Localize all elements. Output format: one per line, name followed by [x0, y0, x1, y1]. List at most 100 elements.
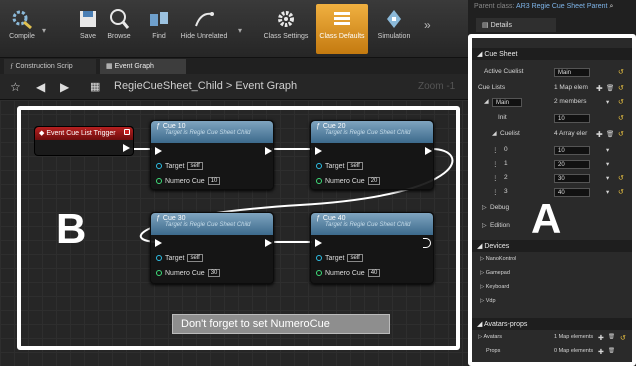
trash-icon[interactable]: 🗑: [608, 348, 615, 354]
exec-output-pin-unconnected[interactable]: [423, 238, 431, 248]
numero-cue-pin-icon: [156, 178, 162, 184]
reset-icon[interactable]: ↺: [618, 114, 624, 122]
active-cuelist-row: Active Cuelist Main ↺: [484, 68, 624, 77]
class-settings-icon: [275, 8, 297, 30]
trash-icon[interactable]: 🗑: [608, 334, 615, 340]
target-pin[interactable]: Target self: [316, 254, 363, 262]
reset-icon[interactable]: ↺: [618, 188, 624, 196]
tab-details[interactable]: ▤ Details: [476, 18, 556, 32]
trash-icon[interactable]: 🗑: [606, 84, 614, 92]
numero-cue-input[interactable]: 20: [367, 177, 381, 185]
browse-button[interactable]: Browse: [104, 4, 134, 54]
main-key-row: ◢ Main 2 members ▾ ↺: [484, 98, 624, 107]
find-button[interactable]: Find: [146, 4, 172, 54]
chevron-down-icon[interactable]: ▾: [606, 174, 609, 182]
exec-input-pin[interactable]: [315, 239, 322, 247]
function-icon: ƒ: [156, 215, 160, 222]
add-icon[interactable]: ✚: [598, 348, 604, 356]
exec-output-pin[interactable]: [425, 147, 432, 155]
forward-arrow-icon[interactable]: ▶: [60, 80, 69, 94]
exec-input-pin[interactable]: [155, 147, 162, 155]
cue-node[interactable]: ƒ Cue 20 Target is Regie Cue Sheet Child …: [310, 120, 434, 190]
target-pin[interactable]: Target self: [316, 162, 363, 170]
drag-handle-icon[interactable]: ⋮: [492, 146, 499, 154]
chevron-down-icon[interactable]: ▾: [606, 188, 609, 196]
numero-cue-input[interactable]: 10: [207, 177, 221, 185]
tab-event-graph[interactable]: ▦ Event Graph: [100, 59, 186, 74]
numero-cue-input[interactable]: 40: [367, 269, 381, 277]
target-pin[interactable]: Target self: [156, 162, 203, 170]
exec-input-pin[interactable]: [155, 239, 162, 247]
back-arrow-icon[interactable]: ◀: [36, 80, 45, 94]
cue-node[interactable]: ƒ Cue 10 Target is Regie Cue Sheet Child …: [150, 120, 274, 190]
cue-node[interactable]: ƒ Cue 40 Target is Regie Cue Sheet Child …: [310, 212, 434, 284]
add-icon[interactable]: ✚: [596, 130, 603, 139]
reset-icon[interactable]: ↺: [618, 68, 624, 76]
event-icon: ◆: [39, 130, 45, 137]
reset-icon[interactable]: ↺: [618, 130, 624, 138]
save-icon: [77, 8, 99, 30]
reset-icon[interactable]: ↺: [620, 334, 626, 342]
cuelist-entry-field[interactable]: 30: [554, 174, 590, 183]
chevron-down-icon[interactable]: ▾: [606, 98, 609, 106]
drag-handle-icon[interactable]: ⋮: [492, 188, 499, 196]
target-pin-icon: [156, 255, 162, 261]
delegate-pin[interactable]: [124, 129, 130, 135]
class-defaults-button[interactable]: Class Defaults: [316, 4, 368, 54]
star-icon[interactable]: ☆: [10, 80, 21, 94]
graph-nav-bar: ☆ ◀ ▶ ▦ RegieCueSheet_Child > Event Grap…: [0, 74, 468, 100]
reset-icon[interactable]: ↺: [618, 174, 624, 182]
compile-button[interactable]: Compile: [4, 4, 40, 54]
parent-class: Parent class: AR3 Regie Cue Sheet Parent…: [474, 3, 614, 10]
add-icon[interactable]: ✚: [596, 84, 603, 93]
trash-icon[interactable]: 🗑: [606, 130, 614, 138]
annotation-letter: B: [56, 205, 87, 252]
compile-dropdown-icon[interactable]: ▾: [42, 26, 46, 35]
tab-construction-script[interactable]: ƒ Construction Scrip: [4, 59, 96, 74]
init-field[interactable]: 10: [554, 114, 590, 123]
zoom-level: Zoom -1: [418, 81, 456, 92]
numero-cue-pin[interactable]: Numero Cue 10: [156, 177, 221, 185]
drag-handle-icon[interactable]: ⋮: [492, 174, 499, 182]
class-settings-button[interactable]: Class Settings: [262, 4, 310, 54]
section-cue-sheet[interactable]: ◢ Cue Sheet: [472, 48, 632, 60]
exec-output-pin[interactable]: [123, 144, 130, 152]
cuelist-entry-row: ⋮ 0 10 ▾: [492, 146, 610, 155]
add-icon[interactable]: ✚: [598, 334, 604, 342]
numero-cue-pin[interactable]: Numero Cue 40: [316, 269, 381, 277]
numero-cue-input[interactable]: 30: [207, 269, 221, 277]
expand-arrow-icon[interactable]: ◢: [484, 98, 489, 105]
hide-unrelated-icon: [193, 8, 215, 30]
target-pin[interactable]: Target self: [156, 254, 203, 262]
toolbar-overflow-icon[interactable]: »: [424, 18, 431, 32]
reset-icon[interactable]: ↺: [618, 98, 624, 106]
active-cuelist-field[interactable]: Main: [554, 68, 590, 77]
hide-unrelated-button[interactable]: Hide Unrelated: [178, 4, 230, 54]
search-icon[interactable]: ⌕: [609, 3, 613, 10]
save-button[interactable]: Save: [74, 4, 102, 54]
hide-unrelated-dropdown-icon[interactable]: ▾: [238, 26, 242, 35]
cuelist-entry-field[interactable]: 20: [554, 160, 590, 169]
target-pin-icon: [316, 163, 322, 169]
compile-icon: [11, 8, 33, 30]
exec-input-pin[interactable]: [315, 147, 322, 155]
chevron-down-icon[interactable]: ▾: [606, 160, 609, 168]
numero-cue-pin[interactable]: Numero Cue 20: [316, 177, 381, 185]
expand-arrow-icon[interactable]: ◢: [492, 130, 497, 137]
cue-node[interactable]: ƒ Cue 30 Target is Regie Cue Sheet Child …: [150, 212, 274, 284]
drag-handle-icon[interactable]: ⋮: [492, 160, 499, 168]
chevron-down-icon[interactable]: ▾: [606, 146, 609, 154]
breadcrumb[interactable]: RegieCueSheet_Child > Event Graph: [114, 80, 297, 92]
graph-comment[interactable]: Don't forget to set NumeroCue: [172, 314, 390, 334]
reset-icon[interactable]: ↺: [618, 84, 624, 92]
exec-output-pin[interactable]: [265, 239, 272, 247]
main-key-field[interactable]: Main: [492, 98, 522, 107]
cuelist-entry-field[interactable]: 10: [554, 146, 590, 155]
event-cue-list-trigger-node[interactable]: ◆ Event Cue List Trigger: [34, 126, 134, 156]
function-icon: ƒ: [316, 215, 320, 222]
simulation-button[interactable]: Simulation: [374, 4, 414, 54]
details-icon: ▤: [482, 22, 489, 29]
section-avatars-props[interactable]: ◢ Avatars-props: [472, 318, 632, 330]
exec-output-pin[interactable]: [265, 147, 272, 155]
numero-cue-pin[interactable]: Numero Cue 30: [156, 269, 221, 277]
